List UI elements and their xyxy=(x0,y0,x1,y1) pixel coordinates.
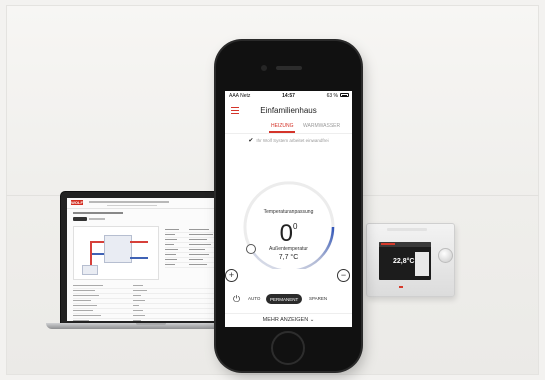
app-screen: AAA Netz 14:57 63 % Einfamilienhaus HEIZ… xyxy=(225,91,352,327)
home-button[interactable] xyxy=(271,331,305,365)
divider xyxy=(225,313,352,314)
system-status: ✔ Ihr Wolf System arbeitet einwandfrei xyxy=(225,137,352,145)
wolf-logo: WOLF xyxy=(71,200,83,205)
status-bar: AAA Netz 14:57 63 % xyxy=(225,91,352,101)
laptop-page-title xyxy=(73,212,123,214)
laptop-nav xyxy=(89,201,169,203)
controller-display-indicator xyxy=(381,243,395,245)
schematic-tank xyxy=(104,235,132,263)
controller-display: 22,8°C xyxy=(379,242,431,280)
tab-underline xyxy=(269,131,295,133)
tab-warmwasser[interactable]: WARMWASSER xyxy=(303,123,340,129)
schematic-pipe-hot-2 xyxy=(130,241,148,243)
camera-icon xyxy=(261,65,267,71)
controller-slot xyxy=(387,228,427,231)
increase-button[interactable]: + xyxy=(225,269,238,282)
setpoint-value: 00 xyxy=(279,220,298,247)
schematic-boiler xyxy=(82,265,98,275)
mode-selector: ⏻ AUTO PERMANENT SPAREN xyxy=(233,294,345,306)
app-bar: Einfamilienhaus xyxy=(225,103,352,121)
laptop-subnav xyxy=(107,205,157,206)
page-title: Einfamilienhaus xyxy=(260,106,317,115)
controller-led xyxy=(399,286,403,288)
system-status-text: Ihr Wolf System arbeitet einwandfrei xyxy=(256,138,329,143)
system-schematic xyxy=(73,226,159,280)
outside-temperature: 7,7 °C xyxy=(278,254,299,261)
schematic-pipe-hot xyxy=(90,241,104,243)
schematic-pipe-cold-2 xyxy=(130,257,148,259)
controller-temperature: 22,8°C xyxy=(393,258,415,265)
mode-sparen[interactable]: SPAREN xyxy=(309,296,327,301)
battery-icon xyxy=(340,93,349,97)
schematic-pipe-cold xyxy=(90,253,104,255)
show-more-button[interactable]: MEHR ANZEIGEN ⌄ xyxy=(225,317,352,323)
decrease-button[interactable]: − xyxy=(337,269,350,282)
tab-heizung[interactable]: HEIZUNG xyxy=(271,123,294,129)
laptop-table xyxy=(73,284,233,321)
laptop-screen: WOLF xyxy=(60,191,242,326)
mode-auto[interactable]: AUTO xyxy=(248,296,260,301)
tab-bar: HEIZUNG WARMWASSER xyxy=(225,121,352,134)
mode-permanent[interactable]: PERMANENT xyxy=(266,294,303,304)
battery-percent: 63 % xyxy=(326,93,338,99)
background-frame: WOLF 22,8°C AAA Netz 14:57 63 % Einfamil… xyxy=(6,5,539,375)
power-icon[interactable]: ⏻ xyxy=(233,294,240,305)
chevron-down-icon: ⌄ xyxy=(309,317,315,323)
laptop-notch xyxy=(136,323,166,325)
laptop-tab-2 xyxy=(89,218,105,220)
speaker-grille xyxy=(276,66,302,70)
laptop-header: WOLF xyxy=(67,198,235,209)
smartphone: AAA Netz 14:57 63 % Einfamilienhaus HEIZ… xyxy=(216,41,361,371)
check-icon: ✔ xyxy=(248,138,254,144)
laptop-tab xyxy=(73,217,87,221)
heating-controller: 22,8°C xyxy=(366,223,455,297)
laptop-display: WOLF xyxy=(67,198,235,321)
controller-display-panel xyxy=(415,252,429,276)
outside-label: Außentemperatur xyxy=(269,246,308,252)
controller-knob xyxy=(438,248,453,263)
